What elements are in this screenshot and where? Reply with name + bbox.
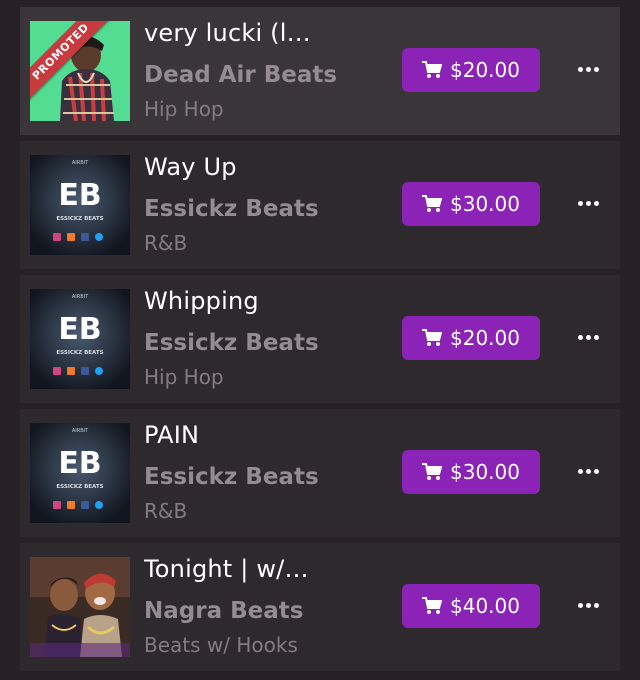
more-options-icon[interactable] xyxy=(572,193,604,213)
cover-brand: ESSICKZ BEATS xyxy=(56,350,103,356)
buy-button[interactable]: $40.00 xyxy=(402,584,540,628)
eb-logo-icon: AIRBIT EB ESSICKZ BEATS xyxy=(30,423,130,523)
beat-cover[interactable]: AIRBIT EB ESSICKZ BEATS xyxy=(30,155,130,255)
shopping-cart-icon xyxy=(422,463,442,481)
beat-artist[interactable]: Essickz Beats xyxy=(144,196,394,222)
beat-genre: Hip Hop xyxy=(144,97,224,121)
beat-genre: R&B xyxy=(144,231,188,255)
beat-title[interactable]: PAIN xyxy=(144,421,344,449)
beat-artist[interactable]: Nagra Beats xyxy=(144,598,394,624)
more-options-icon[interactable] xyxy=(572,327,604,347)
shopping-cart-icon xyxy=(422,329,442,347)
beat-title[interactable]: Tonight | w/… xyxy=(144,555,344,583)
beat-artist[interactable]: Essickz Beats xyxy=(144,464,394,490)
cover-brand: ESSICKZ BEATS xyxy=(56,484,103,490)
buy-button[interactable]: $20.00 xyxy=(402,316,540,360)
beat-artist[interactable]: Essickz Beats xyxy=(144,330,394,356)
shopping-cart-icon xyxy=(422,61,442,79)
more-options-icon[interactable] xyxy=(572,59,604,79)
cover-tag: AIRBIT xyxy=(72,294,89,300)
beat-genre: Hip Hop xyxy=(144,365,224,389)
eb-logo-icon: AIRBIT EB ESSICKZ BEATS xyxy=(30,289,130,389)
beat-cover[interactable]: AIRBIT EB ESSICKZ BEATS xyxy=(30,423,130,523)
more-options-icon[interactable] xyxy=(572,595,604,615)
shopping-cart-icon xyxy=(422,195,442,213)
cover-brand: ESSICKZ BEATS xyxy=(56,216,103,222)
beat-title[interactable]: very lucki (l… xyxy=(144,19,344,47)
shopping-cart-icon xyxy=(422,597,442,615)
cover-logo: EB xyxy=(58,178,101,213)
buy-price: $40.00 xyxy=(450,594,520,618)
cover-logo: EB xyxy=(58,312,101,347)
eb-logo-icon: AIRBIT EB ESSICKZ BEATS xyxy=(30,155,130,255)
buy-button[interactable]: $20.00 xyxy=(402,48,540,92)
beat-title[interactable]: Way Up xyxy=(144,153,344,181)
beat-cover[interactable]: AIRBIT EB ESSICKZ BEATS xyxy=(30,289,130,389)
buy-price: $30.00 xyxy=(450,192,520,216)
beat-row[interactable]: AIRBIT EB ESSICKZ BEATS Way Up Essickz B… xyxy=(20,141,620,269)
beat-row[interactable]: AIRBIT EB ESSICKZ BEATS PAIN Essickz Bea… xyxy=(20,409,620,537)
buy-price: $30.00 xyxy=(450,460,520,484)
buy-price: $20.00 xyxy=(450,58,520,82)
beat-title[interactable]: Whipping xyxy=(144,287,344,315)
beat-row[interactable]: PROMOTED very lucki (l… Dead Air Beats H… xyxy=(20,7,620,135)
beat-cover[interactable]: PROMOTED xyxy=(30,21,130,121)
beat-artist[interactable]: Dead Air Beats xyxy=(144,62,394,88)
buy-button[interactable]: $30.00 xyxy=(402,182,540,226)
beat-list: PROMOTED very lucki (l… Dead Air Beats H… xyxy=(0,0,640,680)
beat-genre: Beats w/ Hooks xyxy=(144,633,298,657)
cover-logo: EB xyxy=(58,446,101,481)
more-options-icon[interactable] xyxy=(572,461,604,481)
beat-cover[interactable] xyxy=(30,557,130,657)
beat-genre: R&B xyxy=(144,499,188,523)
beat-row[interactable]: AIRBIT EB ESSICKZ BEATS Whipping Essickz… xyxy=(20,275,620,403)
cover-tag: AIRBIT xyxy=(72,160,89,166)
buy-price: $20.00 xyxy=(450,326,520,350)
buy-button[interactable]: $30.00 xyxy=(402,450,540,494)
beat-row[interactable]: Tonight | w/… Nagra Beats Beats w/ Hooks… xyxy=(20,543,620,671)
cover-tag: AIRBIT xyxy=(72,428,89,434)
artists-photo-icon xyxy=(30,557,130,657)
